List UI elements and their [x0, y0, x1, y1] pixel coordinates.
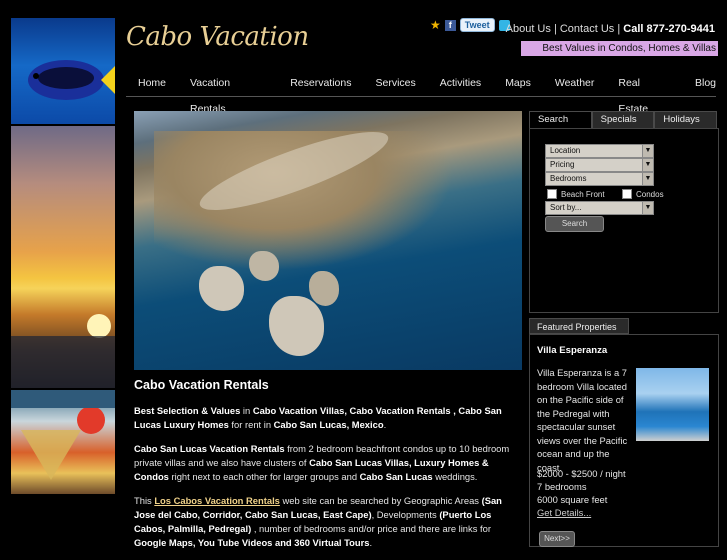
tab-holidays[interactable]: Holidays: [654, 111, 718, 129]
property-details: $2000 - $2500 / night 7 bedrooms 6000 sq…: [537, 467, 626, 519]
search-info-paragraph: This Los Cabos Vacation Rentals web site…: [134, 495, 502, 548]
sort-select[interactable]: Sort by... ▼: [545, 201, 654, 215]
main-nav: Home Vacation Rentals Reservations Servi…: [126, 70, 716, 115]
nav-weather[interactable]: Weather: [555, 70, 595, 96]
featured-panel: Villa Esperanza Villa Esperanza is a 7 b…: [529, 334, 719, 547]
get-details-link[interactable]: Get Details...: [537, 507, 591, 518]
page-title: Cabo Vacation Rentals: [134, 378, 269, 392]
tab-search[interactable]: Search: [529, 111, 592, 129]
rentals-paragraph: Cabo San Lucas Vacation Rentals from 2 b…: [134, 443, 510, 482]
contact-link[interactable]: Contact Us: [560, 23, 614, 35]
sunset-photo: [11, 126, 115, 388]
beachfront-checkbox[interactable]: Beach Front: [547, 189, 605, 199]
location-select[interactable]: Location ▼: [545, 144, 654, 158]
los-cabos-link[interactable]: Los Cabos Vacation Rentals: [154, 495, 280, 506]
phone-number: Call 877-270-9441: [623, 23, 715, 35]
intro-paragraph: Best Selection & Values in Cabo Vacation…: [134, 405, 502, 430]
chevron-down-icon: ▼: [642, 159, 653, 171]
chevron-down-icon: ▼: [642, 173, 653, 185]
property-price: $2000 - $2500 / night: [537, 468, 626, 479]
nav-maps[interactable]: Maps: [505, 70, 531, 96]
nav-services[interactable]: Services: [375, 70, 415, 96]
main-content: Cabo Vacation Rentals Best Selection & V…: [134, 378, 522, 560]
property-photo[interactable]: [636, 368, 709, 441]
chevron-down-icon: ▼: [642, 202, 653, 214]
nav-home[interactable]: Home: [138, 70, 166, 96]
search-panel: Location ▼ Pricing ▼ Bedrooms ▼ Beach Front…: [529, 128, 719, 313]
nav-reservations[interactable]: Reservations: [290, 70, 351, 96]
nav-vacation-rentals[interactable]: Vacation Rentals: [190, 70, 266, 115]
top-links: About Us | Contact Us | Call 877-270-944…: [506, 23, 715, 35]
site-logo[interactable]: Cabo Vacation: [126, 22, 309, 52]
property-bedrooms: 7 bedrooms: [537, 481, 587, 492]
nav-real-estate[interactable]: Real Estate: [618, 70, 671, 115]
property-size: 6000 square feet: [537, 494, 608, 505]
social-icons: ★ f Tweet: [430, 18, 510, 32]
about-link[interactable]: About Us: [506, 23, 551, 35]
nav-blog[interactable]: Blog: [695, 70, 716, 96]
chevron-down-icon: ▼: [642, 145, 653, 157]
tweet-button[interactable]: Tweet: [459, 18, 495, 32]
property-name: Villa Esperanza: [537, 345, 608, 356]
tab-featured-properties[interactable]: Featured Properties: [529, 318, 629, 334]
condos-checkbox[interactable]: Condos: [622, 189, 664, 199]
hero-aerial-photo: [134, 111, 522, 370]
star-icon[interactable]: ★: [430, 18, 441, 32]
facebook-icon[interactable]: f: [444, 19, 456, 31]
search-button[interactable]: Search: [545, 216, 604, 232]
property-description: Villa Esperanza is a 7 bedroom Villa loc…: [537, 367, 628, 473]
cocktail-photo: [11, 390, 115, 494]
nav-activities[interactable]: Activities: [440, 70, 481, 96]
promo-banner: Best Values in Condos, Homes & Villas: [521, 41, 718, 56]
tab-specials[interactable]: Specials: [591, 111, 655, 129]
pricing-select[interactable]: Pricing ▼: [545, 158, 654, 172]
bedrooms-select[interactable]: Bedrooms ▼: [545, 172, 654, 186]
fish-photo: [11, 18, 115, 124]
search-tabs: Search Specials Holidays: [529, 111, 718, 129]
